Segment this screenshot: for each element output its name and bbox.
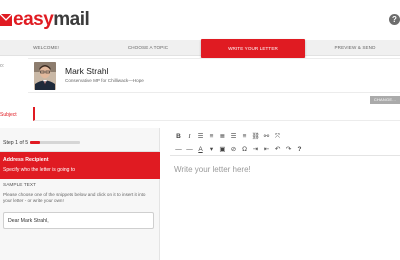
redo-icon[interactable]: ↷ <box>283 145 294 155</box>
tab-preview-send[interactable]: Preview & Send <box>310 40 400 56</box>
guide-panel: Step 1 of 5 Address Recipient Specify wh… <box>0 128 160 260</box>
sample-text-help: Please choose one of the snippets below … <box>3 192 146 203</box>
tab-choose-topic[interactable]: Choose a topic <box>100 40 196 56</box>
letter-placeholder: Write your letter here! <box>174 165 251 174</box>
fullscreen-icon[interactable]: ⤧ <box>272 132 283 142</box>
undo-icon[interactable]: ↶ <box>272 145 283 155</box>
letter-editor[interactable]: B I ☰ ≡ ≣ ☰ ≡ ⛓ ⚯ ⤧ — ― A ▾ ▣ ⊘ Ω ⇥ ⇤ ↶ ↷? Write your lette… <box>170 128 400 260</box>
avatar <box>34 62 56 90</box>
editor-toolbar: B I ☰ ≡ ≣ ☰ ≡ ⛓ ⚯ ⤧ — ― A ▾ ▣ ⊘ Ω ⇥ ⇤ ↶ ↷? <box>170 128 400 156</box>
toolbar-row-1: B I ☰ ≡ ≣ ☰ ≡ ⛓ ⚯ ⤧ <box>173 132 283 142</box>
tab-write-letter[interactable]: Write your letter <box>201 39 305 58</box>
snippet-text: Dear Mark Strahl, <box>8 218 49 224</box>
sample-text-label: Sample text <box>3 183 36 188</box>
bold-icon[interactable]: B <box>173 132 184 142</box>
strikethrough-icon[interactable]: ― <box>184 145 195 155</box>
paste-icon[interactable]: ▣ <box>217 145 228 155</box>
link-icon[interactable]: ⛓ <box>250 132 261 142</box>
recipient-name: Mark Strahl <box>65 66 109 76</box>
clear-format-icon[interactable]: ⊘ <box>228 145 239 155</box>
horizontal-rule-icon[interactable]: — <box>173 145 184 155</box>
text-color-icon[interactable]: A <box>195 145 206 155</box>
help-icon[interactable]: ? <box>294 145 305 155</box>
envelope-icon <box>0 13 12 27</box>
subject-input[interactable] <box>33 107 400 121</box>
recipient-card: Mark Strahl Conservative MP for Chilliwa… <box>28 58 400 93</box>
progress-bar <box>30 141 80 144</box>
subject-label: Subject <box>0 112 17 118</box>
toolbar-row-2: — ― A ▾ ▣ ⊘ Ω ⇥ ⇤ ↶ ↷? <box>173 145 305 155</box>
chevron-down-icon[interactable]: ▾ <box>206 145 217 155</box>
logo[interactable]: easymail <box>0 9 90 30</box>
logo-text: easymail <box>13 9 90 30</box>
change-recipient-button[interactable]: Change... <box>370 96 400 104</box>
progress-fill <box>30 141 40 144</box>
unordered-list-icon[interactable]: ☰ <box>195 132 206 142</box>
recipient-title: Conservative MP for Chilliwack—Hope <box>65 78 144 83</box>
step-heading: Address Recipient <box>3 157 49 163</box>
to-label: o: <box>0 63 5 69</box>
outdent-icon[interactable]: ⇤ <box>261 145 272 155</box>
italic-icon[interactable]: I <box>184 132 195 142</box>
special-char-icon[interactable]: Ω <box>239 145 250 155</box>
step-subheading: Specify who the letter is going to <box>3 167 75 173</box>
step-instruction: Address Recipient Specify who the letter… <box>0 152 160 179</box>
snippet-button[interactable]: Dear Mark Strahl, <box>3 212 154 229</box>
align-left-icon[interactable]: ≣ <box>217 132 228 142</box>
header: easymail ? <box>0 0 400 38</box>
indent-icon[interactable]: ⇥ <box>250 145 261 155</box>
wizard-steps: Welcome! Choose a topic Write your lette… <box>0 39 400 58</box>
align-center-icon[interactable]: ☰ <box>228 132 239 142</box>
unlink-icon[interactable]: ⚯ <box>261 132 272 142</box>
page: easymail ? Welcome! Choose a topic Write… <box>0 0 400 260</box>
ordered-list-icon[interactable]: ≡ <box>206 132 217 142</box>
question-circle-icon[interactable]: ? <box>389 14 400 25</box>
align-right-icon[interactable]: ≡ <box>239 132 250 142</box>
tab-welcome[interactable]: Welcome! <box>0 40 92 56</box>
step-counter: Step 1 of 5 <box>3 140 29 146</box>
